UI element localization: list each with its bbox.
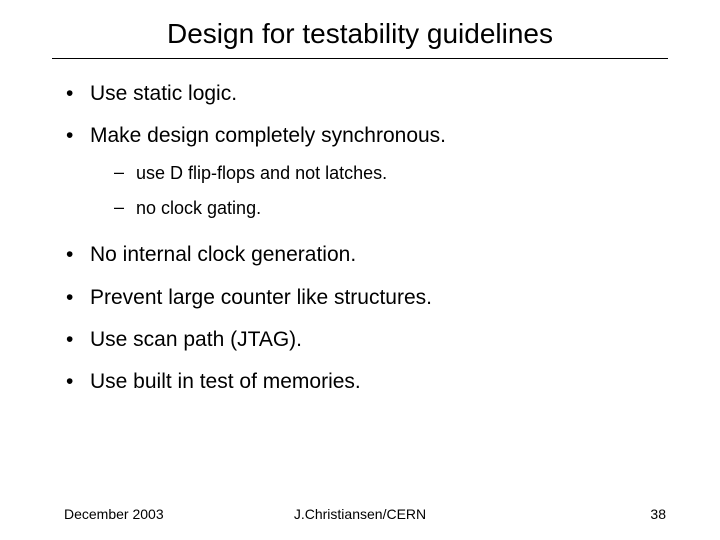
bullet-item: Prevent large counter like structures.: [40, 277, 680, 319]
bullet-item: Use static logic.: [40, 73, 680, 115]
bullet-text: No internal clock generation.: [90, 243, 356, 266]
bullet-list: Use static logic. Make design completely…: [40, 73, 680, 403]
slide: Design for testability guidelines Use st…: [0, 0, 720, 540]
bullet-text: Use scan path (JTAG).: [90, 328, 302, 351]
slide-title: Design for testability guidelines: [0, 0, 720, 58]
bullet-item: Use scan path (JTAG).: [40, 319, 680, 361]
sub-bullet-list: use D flip-flops and not latches. no clo…: [90, 156, 680, 227]
bullet-item: Make design completely synchronous. use …: [40, 115, 680, 234]
content-area: Use static logic. Make design completely…: [0, 59, 720, 403]
footer-author: J.Christiansen/CERN: [0, 506, 720, 522]
sub-bullet-item: use D flip-flops and not latches.: [90, 156, 680, 191]
footer: December 2003 J.Christiansen/CERN 38: [0, 506, 720, 522]
bullet-text: Prevent large counter like structures.: [90, 286, 432, 309]
sub-bullet-text: use D flip-flops and not latches.: [136, 163, 387, 183]
bullet-item: No internal clock generation.: [40, 234, 680, 276]
sub-bullet-text: no clock gating.: [136, 198, 261, 218]
bullet-text: Use built in test of memories.: [90, 370, 361, 393]
sub-bullet-item: no clock gating.: [90, 191, 680, 226]
bullet-item: Use built in test of memories.: [40, 361, 680, 403]
bullet-text: Use static logic.: [90, 82, 237, 105]
bullet-text: Make design completely synchronous.: [90, 124, 446, 147]
